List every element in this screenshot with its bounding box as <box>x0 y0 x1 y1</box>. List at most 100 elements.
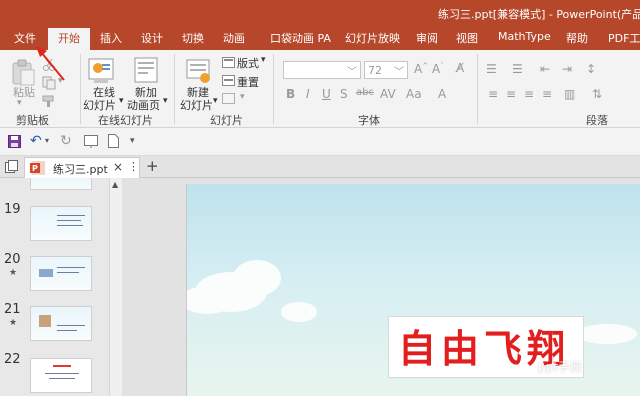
title-bar: 练习三.ppt[兼容模式] - PowerPoint(产品激活 <box>0 0 640 26</box>
change-case-icon[interactable]: Aa <box>406 87 422 101</box>
new-animation-page-icon[interactable] <box>133 56 159 84</box>
bullets-icon[interactable]: ☰ <box>486 62 497 76</box>
justify-icon[interactable]: ≡ <box>542 87 552 101</box>
bold-icon[interactable]: B <box>286 87 295 101</box>
presentation-icon[interactable] <box>84 135 98 148</box>
window-title: 练习三.ppt[兼容模式] - PowerPoint(产品激活 <box>438 8 640 21</box>
line-spacing-icon[interactable]: ↕ <box>586 62 596 76</box>
separator <box>80 54 81 124</box>
tab-animations[interactable]: 动画 <box>223 30 245 50</box>
save-icon[interactable] <box>8 135 21 148</box>
columns-icon[interactable]: ▥ <box>564 87 575 101</box>
tab-menu-icon[interactable]: ⋮ <box>128 160 139 173</box>
new-slide-icon[interactable] <box>185 56 211 84</box>
slide-number: 21 <box>4 302 21 317</box>
separator <box>273 54 274 124</box>
paste-dropdown-icon[interactable]: ▾ <box>17 98 22 108</box>
tab-file[interactable]: 文件 <box>14 30 36 50</box>
copy-dropdown-icon[interactable]: ▾ <box>58 76 63 86</box>
tab-home[interactable]: 开始 <box>48 28 90 50</box>
shrink-font-icon[interactable]: Aˇ <box>432 62 444 76</box>
layout-dropdown-icon[interactable]: ▾ <box>261 55 266 65</box>
redo-icon[interactable]: ↻ <box>60 133 72 149</box>
shadow-icon[interactable]: S <box>340 87 348 101</box>
ribbon: 粘贴 ▾ ▾ 剪贴板 在线 幻灯片 ▾ 新加 动画页 ▾ 在线幻灯片 新建 幻灯… <box>0 50 640 174</box>
align-center-icon[interactable]: ≡ <box>506 87 516 101</box>
section-dropdown-icon[interactable]: ▾ <box>240 92 245 102</box>
align-left-icon[interactable]: ≡ <box>488 87 498 101</box>
slide-thumbnail[interactable] <box>30 206 92 241</box>
online-slides-icon[interactable] <box>88 56 114 84</box>
font-size-dropdown[interactable]: 72 ﹀ <box>364 61 408 79</box>
character-spacing-icon[interactable]: AV <box>380 87 396 101</box>
tab-design[interactable]: 设计 <box>141 30 163 50</box>
new-tab-icon[interactable]: + <box>146 157 159 175</box>
slide-number: 19 <box>4 202 21 217</box>
scroll-up-icon[interactable]: ▲ <box>112 180 118 189</box>
tab-review[interactable]: 审阅 <box>416 30 438 50</box>
close-icon[interactable]: × <box>113 160 123 174</box>
italic-icon[interactable]: I <box>306 87 310 101</box>
clipboard-group-label: 剪贴板 <box>16 114 49 127</box>
layout-icon[interactable] <box>222 57 235 68</box>
text-direction-icon[interactable]: ⇅ <box>592 87 602 101</box>
decrease-indent-icon[interactable]: ⇤ <box>540 62 550 76</box>
paragraph-group-label: 段落 <box>586 114 608 127</box>
tab-insert[interactable]: 插入 <box>100 30 122 50</box>
align-right-icon[interactable]: ≡ <box>524 87 534 101</box>
tab-mathtype[interactable]: MathType <box>498 30 551 50</box>
new-animation-page-dropdown-icon[interactable]: ▾ <box>163 96 168 106</box>
slide-thumbnail[interactable] <box>30 306 92 341</box>
quick-access-toolbar: ↶ ▾ ↻ ▾ <box>0 128 640 156</box>
font-name-dropdown[interactable]: ﹀ <box>283 61 361 79</box>
reset-label[interactable]: 重置 <box>237 74 259 90</box>
chevron-down-icon: ﹀ <box>394 67 404 78</box>
slides-group-label: 幻灯片 <box>210 114 243 127</box>
online-slides-dropdown-icon[interactable]: ▾ <box>119 96 124 106</box>
document-tab-name: 练习三.ppt <box>53 163 108 176</box>
new-document-icon[interactable] <box>108 134 119 148</box>
cut-icon[interactable] <box>42 58 56 72</box>
underline-icon[interactable]: U <box>322 87 331 101</box>
document-tab[interactable]: P 练习三.ppt × ⋮ <box>24 157 140 178</box>
slide-thumbnail[interactable] <box>30 358 92 393</box>
font-group-label: 字体 <box>358 114 380 127</box>
copy-icon[interactable] <box>42 76 56 90</box>
reset-icon[interactable] <box>222 75 235 86</box>
font-color-icon[interactable]: A <box>438 87 446 101</box>
undo-dropdown-icon[interactable]: ▾ <box>45 136 49 145</box>
undo-icon[interactable]: ↶ <box>30 133 42 149</box>
numbering-icon[interactable]: ☰ <box>512 62 523 76</box>
strikethrough-icon[interactable]: abc <box>356 87 374 98</box>
online-slides-line2[interactable]: 幻灯片 <box>83 97 116 113</box>
clear-formatting-icon[interactable]: A̸ <box>456 61 464 75</box>
slide-thumbnail[interactable] <box>30 256 92 291</box>
paste-icon[interactable] <box>10 58 36 86</box>
watermark: ppt手册 <box>538 360 582 374</box>
tab-pdf-tools[interactable]: PDF工具 <box>608 30 640 50</box>
document-tab-bar: P 练习三.ppt × ⋮ + <box>0 156 640 178</box>
thumbnail-scrollbar[interactable]: ▲ <box>109 178 122 396</box>
animation-star-icon: ★ <box>9 268 18 278</box>
new-animation-page-line2[interactable]: 动画页 <box>127 97 160 113</box>
tab-view[interactable]: 视图 <box>456 30 478 50</box>
slide-thumbnail[interactable] <box>30 178 92 190</box>
increase-indent-icon[interactable]: ⇥ <box>562 62 572 76</box>
font-size-value: 72 <box>368 64 382 77</box>
separator <box>174 54 175 124</box>
tab-help[interactable]: 帮助 <box>566 30 588 50</box>
animation-star-icon: ★ <box>9 318 18 328</box>
ppt-file-icon: P <box>30 161 45 175</box>
new-slide-line2[interactable]: 幻灯片 <box>180 97 213 113</box>
format-painter-icon[interactable] <box>42 94 56 108</box>
tab-slideshow[interactable]: 幻灯片放映 <box>345 30 400 50</box>
document-list-icon[interactable] <box>5 160 18 173</box>
customize-toolbar-icon[interactable]: ▾ <box>130 136 135 146</box>
svg-text:P: P <box>32 164 38 173</box>
section-icon[interactable] <box>222 93 235 104</box>
grow-font-icon[interactable]: A^ <box>414 62 428 76</box>
layout-label[interactable]: 版式 <box>237 55 259 71</box>
new-slide-dropdown-icon[interactable]: ▾ <box>213 96 218 106</box>
tab-pocket-animation[interactable]: 口袋动画 PA <box>270 30 331 50</box>
tab-transitions[interactable]: 切换 <box>182 30 204 50</box>
